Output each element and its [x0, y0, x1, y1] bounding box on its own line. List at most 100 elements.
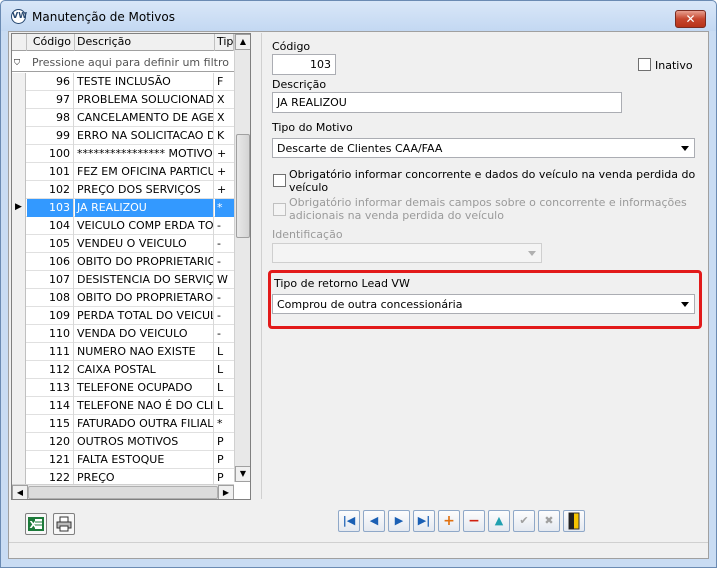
- table-row[interactable]: ▶ 103 JA REALIZOU *: [12, 199, 234, 217]
- cell-descricao[interactable]: NUMERO NAO EXISTE: [75, 343, 214, 361]
- cell-tipo[interactable]: -: [215, 217, 234, 235]
- cell-descricao[interactable]: PROBLEMA SOLUCIONADO NA: [75, 91, 214, 109]
- cell-tipo[interactable]: L: [215, 397, 234, 415]
- cell-codigo[interactable]: 121: [27, 451, 74, 469]
- tipo-motivo-select[interactable]: Descarte de Clientes CAA/FAA: [272, 138, 695, 158]
- cell-descricao[interactable]: JA REALIZOU: [75, 199, 214, 217]
- cell-codigo[interactable]: 102: [27, 181, 74, 199]
- cell-tipo[interactable]: K: [215, 127, 234, 145]
- cell-descricao[interactable]: CANCELAMENTO DE AGENDA: [75, 109, 214, 127]
- post-button[interactable]: ✔: [513, 510, 535, 532]
- cell-tipo[interactable]: -: [215, 289, 234, 307]
- cell-descricao[interactable]: PERDA TOTAL DO VEICULO: [75, 307, 214, 325]
- filter-placeholder[interactable]: Pressione aqui para definir um filtro: [28, 56, 233, 69]
- scroll-down-icon[interactable]: ▼: [235, 466, 250, 482]
- cell-codigo[interactable]: 96: [27, 73, 74, 91]
- print-button[interactable]: [53, 513, 75, 535]
- table-row[interactable]: 99 ERRO NA SOLICITACAO DO K: [12, 127, 234, 145]
- table-row[interactable]: 120 OUTROS MOTIVOS P: [12, 433, 234, 451]
- next-record-button[interactable]: ▶: [388, 510, 410, 532]
- cell-tipo[interactable]: X: [215, 109, 234, 127]
- cell-codigo[interactable]: 107: [27, 271, 74, 289]
- cell-codigo[interactable]: 103: [27, 199, 74, 217]
- cell-codigo[interactable]: 120: [27, 433, 74, 451]
- cell-tipo[interactable]: -: [215, 253, 234, 271]
- cell-descricao[interactable]: CAIXA POSTAL: [75, 361, 214, 379]
- cell-descricao[interactable]: OUTROS MOTIVOS: [75, 433, 214, 451]
- cell-descricao[interactable]: TELEFONE OCUPADO: [75, 379, 214, 397]
- motivos-grid[interactable]: Código Descrição Tipo ⛉ Pressione aqui p…: [11, 33, 251, 500]
- cell-tipo[interactable]: P: [215, 433, 234, 451]
- cell-descricao[interactable]: ERRO NA SOLICITACAO DO: [75, 127, 214, 145]
- cell-codigo[interactable]: 108: [27, 289, 74, 307]
- last-record-button[interactable]: ▶|: [413, 510, 435, 532]
- cell-tipo[interactable]: -: [215, 325, 234, 343]
- vertical-scrollbar[interactable]: ▲ ▼: [234, 34, 250, 482]
- delete-button[interactable]: −: [463, 510, 485, 532]
- cell-codigo[interactable]: 110: [27, 325, 74, 343]
- cell-codigo[interactable]: 109: [27, 307, 74, 325]
- cell-descricao[interactable]: VENDA DO VEICULO: [75, 325, 214, 343]
- cell-descricao[interactable]: OBITO DO PROPRIETARIO: [75, 253, 214, 271]
- table-row[interactable]: 113 TELEFONE OCUPADO L: [12, 379, 234, 397]
- scroll-up-icon[interactable]: ▲: [235, 34, 250, 50]
- cell-codigo[interactable]: 113: [27, 379, 74, 397]
- scroll-right-icon[interactable]: ▶: [218, 485, 234, 499]
- cell-codigo[interactable]: 104: [27, 217, 74, 235]
- table-row[interactable]: 110 VENDA DO VEICULO -: [12, 325, 234, 343]
- table-row[interactable]: 107 DESISTENCIA DO SERVIÇO W: [12, 271, 234, 289]
- cell-codigo[interactable]: 106: [27, 253, 74, 271]
- table-row[interactable]: 100 **************** MOTIVO +: [12, 145, 234, 163]
- cell-tipo[interactable]: L: [215, 379, 234, 397]
- table-row[interactable]: 112 CAIXA POSTAL L: [12, 361, 234, 379]
- cell-descricao[interactable]: VENDEU O VEICULO: [75, 235, 214, 253]
- cell-descricao[interactable]: TESTE INCLUSÃO: [75, 73, 214, 91]
- table-row[interactable]: 111 NUMERO NAO EXISTE L: [12, 343, 234, 361]
- retorno-lead-select[interactable]: Comprou de outra concessionária: [272, 294, 695, 314]
- exit-button[interactable]: [563, 510, 585, 532]
- cell-descricao[interactable]: PREÇO DOS SERVIÇOS: [75, 181, 214, 199]
- cell-tipo[interactable]: -: [215, 307, 234, 325]
- descricao-input[interactable]: JA REALIZOU: [272, 92, 622, 113]
- scroll-left-icon[interactable]: ◀: [12, 485, 28, 499]
- cell-tipo[interactable]: +: [215, 181, 234, 199]
- table-row[interactable]: 108 OBITO DO PROPRIETAROP -: [12, 289, 234, 307]
- table-row[interactable]: 104VEICULO COMP ERDA TOTAL-: [12, 217, 234, 235]
- cell-descricao[interactable]: TELEFONE NAO É DO CLIENTE: [75, 397, 214, 415]
- obrigatorio-concorrente-checkbox[interactable]: [273, 174, 286, 187]
- cancel-button[interactable]: ✖: [538, 510, 560, 532]
- table-row[interactable]: 106 OBITO DO PROPRIETARIO -: [12, 253, 234, 271]
- cell-tipo[interactable]: *: [215, 199, 234, 217]
- cell-codigo[interactable]: 98: [27, 109, 74, 127]
- cell-tipo[interactable]: F: [215, 73, 234, 91]
- table-row[interactable]: 105 VENDEU O VEICULO -: [12, 235, 234, 253]
- cell-descricao[interactable]: FATURADO OUTRA FILIAL: [75, 415, 214, 433]
- prior-record-button[interactable]: ◀: [363, 510, 385, 532]
- header-tipo[interactable]: Tipo: [215, 34, 234, 51]
- close-button[interactable]: ✕: [675, 10, 706, 28]
- cell-tipo[interactable]: +: [215, 145, 234, 163]
- cell-codigo[interactable]: 115: [27, 415, 74, 433]
- table-row[interactable]: 115 FATURADO OUTRA FILIAL *: [12, 415, 234, 433]
- table-row[interactable]: 101FEZ EM OFICINA PARTICULAR+: [12, 163, 234, 181]
- cell-descricao[interactable]: OBITO DO PROPRIETAROP: [75, 289, 214, 307]
- hscroll-thumb[interactable]: [28, 486, 218, 499]
- cell-tipo[interactable]: L: [215, 343, 234, 361]
- cell-descricao[interactable]: FEZ EM OFICINA PARTICULAR: [75, 163, 214, 181]
- table-row[interactable]: 109 PERDA TOTAL DO VEICULO -: [12, 307, 234, 325]
- cell-codigo[interactable]: 97: [27, 91, 74, 109]
- header-codigo[interactable]: Código: [27, 34, 75, 51]
- inativo-checkbox[interactable]: [638, 58, 651, 71]
- cell-codigo[interactable]: 111: [27, 343, 74, 361]
- excel-export-button[interactable]: X: [25, 513, 47, 535]
- table-row[interactable]: 96 TESTE INCLUSÃO F: [12, 73, 234, 91]
- first-record-button[interactable]: |◀: [338, 510, 360, 532]
- cell-tipo[interactable]: L: [215, 361, 234, 379]
- cell-tipo[interactable]: W: [215, 271, 234, 289]
- cell-codigo[interactable]: 112: [27, 361, 74, 379]
- cell-tipo[interactable]: *: [215, 415, 234, 433]
- cell-codigo[interactable]: 105: [27, 235, 74, 253]
- edit-button[interactable]: ▲: [488, 510, 510, 532]
- filter-row[interactable]: ⛉ Pressione aqui para definir um filtro: [12, 52, 250, 72]
- table-row[interactable]: 114TELEFONE NAO É DO CLIENTEL: [12, 397, 234, 415]
